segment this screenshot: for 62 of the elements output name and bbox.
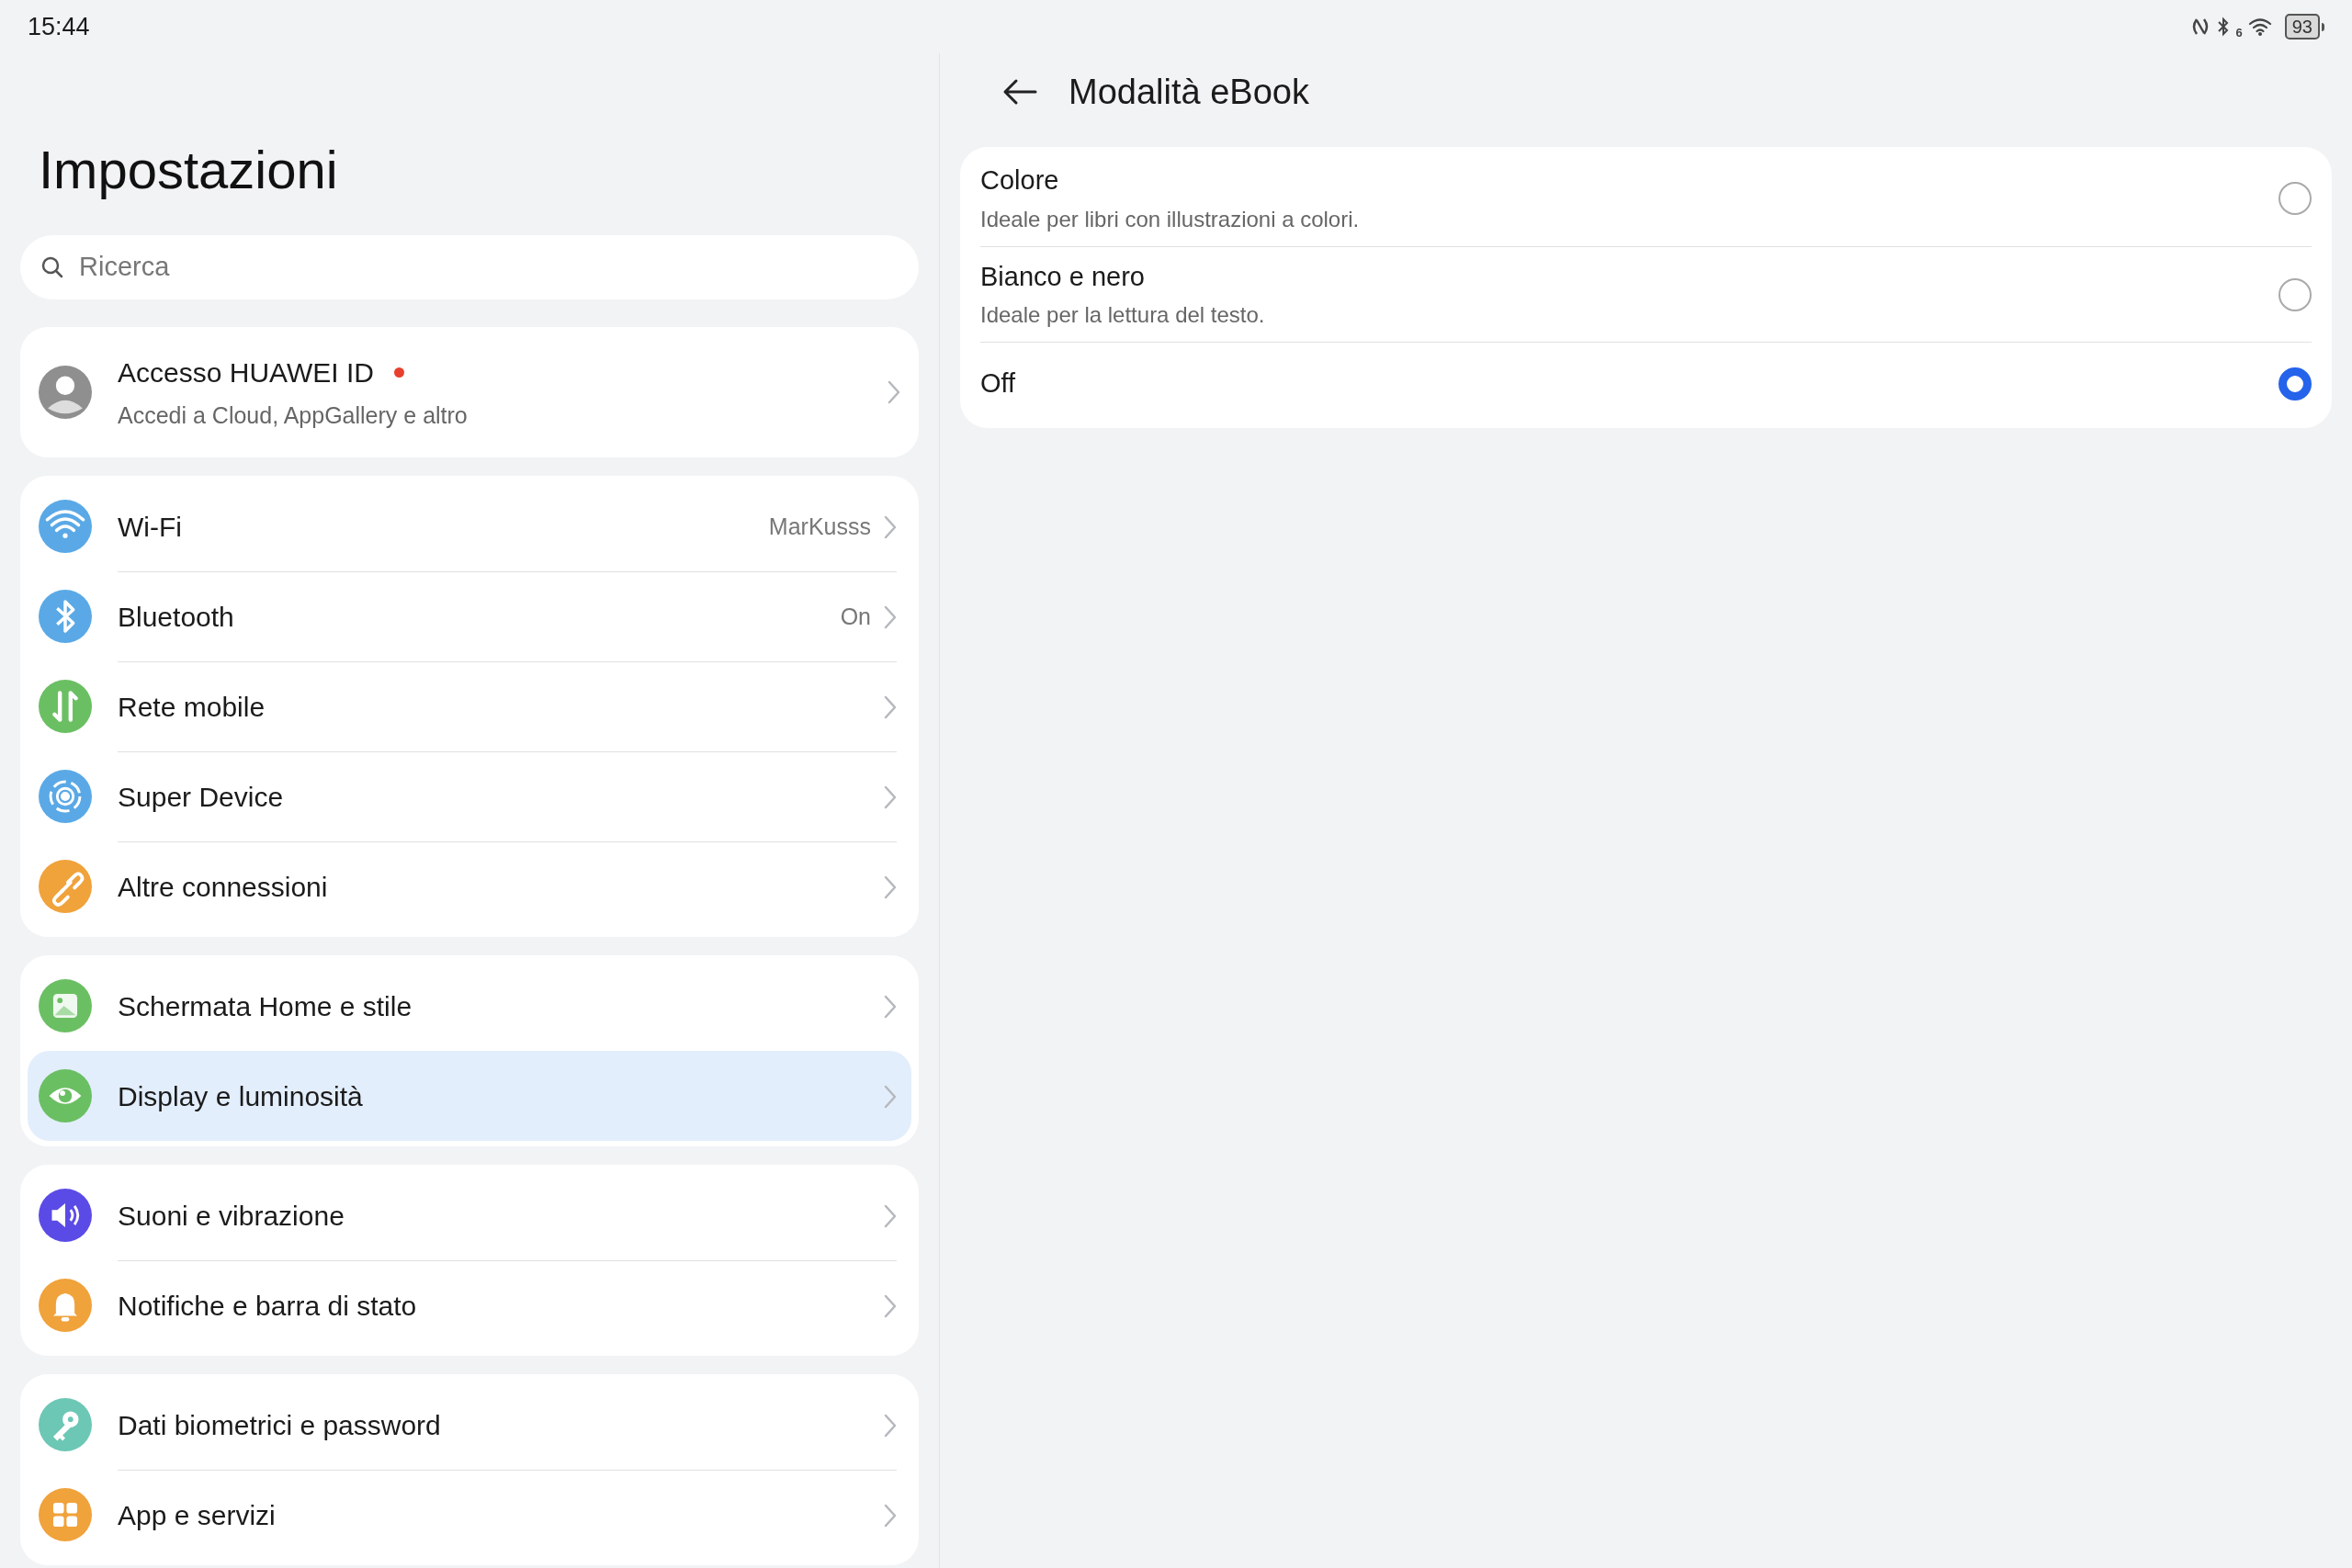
account-subtitle: Accedi a Cloud, AppGallery e altro (118, 400, 469, 430)
back-arrow-icon[interactable] (1002, 78, 1037, 106)
option-label: Colore (980, 164, 1060, 197)
settings-row[interactable]: Dati biometrici e password (28, 1380, 911, 1470)
row-label: Super Device (118, 781, 285, 814)
row-label: Wi-Fi (118, 511, 183, 544)
chevron-right-icon (884, 874, 897, 899)
option-row[interactable]: Colore Ideale per libri con illustrazioni a colori. (980, 151, 2312, 246)
row-value: MarKusss (768, 512, 871, 541)
option-label: Bianco e nero (980, 260, 1146, 293)
row-value: On (840, 602, 871, 631)
settings-row[interactable]: App e servizi (28, 1470, 911, 1560)
battery-level: 93 (2284, 14, 2320, 39)
row-label: Schermata Home e stile (118, 990, 413, 1023)
row-label: App e servizi (118, 1499, 277, 1532)
row-label: Rete mobile (118, 691, 266, 724)
account-card[interactable]: Accesso HUAWEI ID Accedi a Cloud, AppGallery e altro (20, 327, 919, 457)
row-label: Suoni e vibrazione (118, 1200, 345, 1233)
option-row[interactable]: Off (980, 342, 2312, 424)
chevron-right-icon (884, 784, 897, 809)
radio-button[interactable] (2278, 182, 2312, 215)
search-input[interactable]: Ricerca (79, 247, 899, 288)
settings-row[interactable]: Notifiche e barra di stato (28, 1260, 911, 1350)
settings-row[interactable]: Bluetooth On (28, 571, 911, 661)
settings-row[interactable]: Altre connessioni (28, 841, 911, 931)
settings-row[interactable]: Schermata Home e stile (28, 961, 911, 1051)
chevron-right-icon (884, 1084, 897, 1109)
settings-row[interactable]: Super Device (28, 751, 911, 841)
chevron-right-icon (884, 694, 897, 719)
settings-row[interactable]: Suoni e vibrazione (28, 1170, 911, 1260)
search-icon (40, 255, 64, 279)
avatar-icon (39, 366, 92, 419)
row-label: Bluetooth (118, 601, 235, 634)
option-row[interactable]: Bianco e nero Ideale per la lettura del testo. (980, 246, 2312, 342)
option-label: Off (980, 367, 1017, 400)
wifi-standard-label: 6 (2235, 25, 2243, 42)
chevron-right-icon (884, 604, 897, 629)
settings-row[interactable]: Display e luminosità (28, 1051, 911, 1141)
bluetooth-icon (2215, 17, 2231, 37)
row-label: Dati biometrici e password (118, 1409, 442, 1442)
chevron-right-icon (884, 1203, 897, 1228)
option-description: Ideale per libri con illustrazioni a colori. (980, 205, 1361, 233)
row-label: Display e luminosità (118, 1080, 364, 1113)
wifi-icon (2247, 17, 2272, 37)
status-time: 15:44 (28, 11, 90, 42)
option-description: Ideale per la lettura del testo. (980, 301, 1266, 330)
search-field[interactable]: Ricerca (20, 235, 919, 299)
page-title: Modalità eBook (1069, 71, 1309, 113)
chevron-right-icon (884, 1503, 897, 1528)
chevron-right-icon (884, 1413, 897, 1438)
chevron-right-icon (888, 380, 900, 404)
chevron-right-icon (884, 514, 897, 539)
settings-row[interactable]: Rete mobile (28, 661, 911, 751)
chevron-right-icon (884, 994, 897, 1019)
chevron-right-icon (884, 1293, 897, 1318)
settings-row[interactable]: Wi-Fi MarKusss (28, 481, 911, 571)
settings-title: Impostazioni (39, 139, 339, 201)
row-label: Notifiche e barra di stato (118, 1290, 418, 1323)
radio-button[interactable] (2278, 367, 2312, 400)
radio-button[interactable] (2278, 277, 2312, 311)
row-label: Altre connessioni (118, 871, 329, 904)
account-title: Accesso HUAWEI ID (118, 355, 374, 389)
